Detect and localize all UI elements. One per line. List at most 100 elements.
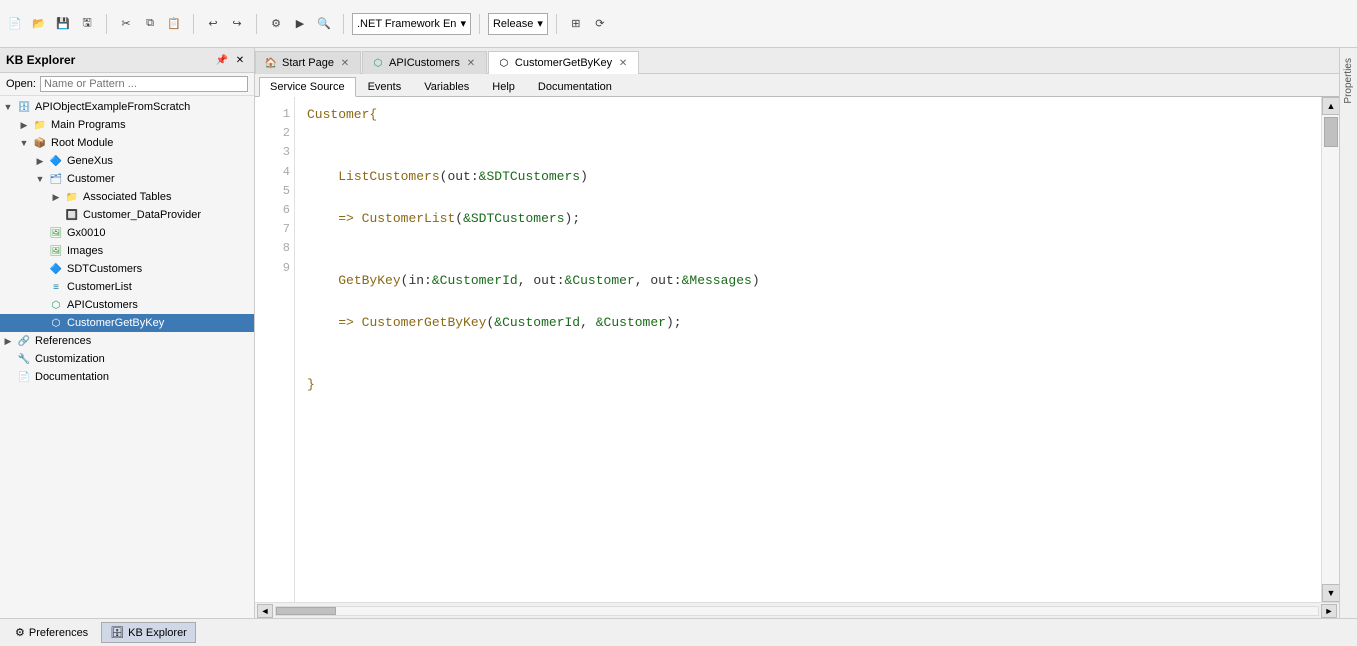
code-line-4: => CustomerList(&SDTCustomers); xyxy=(307,209,1309,230)
tree-item-customer-dp[interactable]: ▶ 🔲 Customer_DataProvider xyxy=(0,206,254,224)
code-line-3: ListCustomers(out:&SDTCustomers) xyxy=(307,167,1309,188)
open-input[interactable] xyxy=(40,76,248,92)
redo-btn[interactable]: ↪ xyxy=(226,13,248,35)
prefs-icon: ⚙ xyxy=(15,626,25,639)
build-config-label: Release xyxy=(493,18,533,30)
save-btn[interactable]: 💾 xyxy=(52,13,74,35)
tree-item-sdtcustomers[interactable]: ▶ 🔷 SDTCustomers xyxy=(0,260,254,278)
tree-item-documentation[interactable]: ▶ 📄 Documentation xyxy=(0,368,254,386)
ln5: 5 xyxy=(259,182,290,201)
sub-tab-service-source-label: Service Source xyxy=(270,81,345,93)
close-start-page[interactable]: ✕ xyxy=(338,56,352,70)
label-customer-dp: Customer_DataProvider xyxy=(83,209,201,221)
scroll-down-btn[interactable]: ▼ xyxy=(1322,584,1339,602)
sub-tab-events-label: Events xyxy=(368,81,402,93)
sub-tab-help[interactable]: Help xyxy=(481,77,526,96)
code-line-9: } xyxy=(307,375,1309,396)
sidebar-open-bar: Open: xyxy=(0,73,254,96)
extra-tools: ⊞ ⟳ xyxy=(565,13,611,35)
paste-btn[interactable]: 📋 xyxy=(163,13,185,35)
undo-btn[interactable]: ↩ xyxy=(202,13,224,35)
folder-icon-main: 📁 xyxy=(32,117,48,133)
tree-item-customerlist[interactable]: ▶ ≡ CustomerList xyxy=(0,278,254,296)
main-toolbar: 📄 📂 💾 🖫 ✂ ⧉ 📋 ↩ ↪ ⚙ ▶ 🔍 .NET Framework E… xyxy=(0,0,1357,48)
sub-tab-bar: Service Source Events Variables Help Doc… xyxy=(255,74,1339,97)
file-tools: 📄 📂 💾 🖫 xyxy=(4,13,98,35)
new-btn[interactable]: 📄 xyxy=(4,13,26,35)
sub-tab-variables[interactable]: Variables xyxy=(413,77,480,96)
tab-bar: 🏠 Start Page ✕ ⬡ APICustomers ✕ ⬡ Custom… xyxy=(255,48,1339,74)
tab-apicustomers[interactable]: ⬡ APICustomers ✕ xyxy=(362,51,487,74)
run-btn[interactable]: ▶ xyxy=(289,13,311,35)
list-icon: ≡ xyxy=(48,279,64,295)
label-apicustomers: APICustomers xyxy=(67,299,138,311)
build-config-dropdown[interactable]: Release ▾ xyxy=(488,13,548,35)
tree-item-apicustomers[interactable]: ▶ ⬡ APICustomers xyxy=(0,296,254,314)
bottom-tab-bar: ⚙ Preferences 🗄 KB Explorer xyxy=(0,618,1357,646)
framework-dropdown[interactable]: .NET Framework En ▾ xyxy=(352,13,471,35)
open-btn[interactable]: 📂 xyxy=(28,13,50,35)
sidebar-pin-btn[interactable]: 📌 xyxy=(214,52,230,68)
code-content[interactable]: Customer{ ListCustomers(out:&SDTCustomer… xyxy=(295,97,1321,602)
code-line-1: Customer{ xyxy=(307,105,1309,126)
tree-item-customer[interactable]: ▼ 🗂 Customer xyxy=(0,170,254,188)
label-customergetbykey: CustomerGetByKey xyxy=(67,317,164,329)
arrow-root-module: ▼ xyxy=(16,138,32,148)
cut-btn[interactable]: ✂ xyxy=(115,13,137,35)
config-arrow: ▾ xyxy=(537,17,543,30)
sidebar-close-btn[interactable]: ✕ xyxy=(232,52,248,68)
tree-item-references[interactable]: ▶ 🔗 References xyxy=(0,332,254,350)
h-scroll-thumb xyxy=(276,607,336,615)
scroll-up-btn[interactable]: ▲ xyxy=(1322,97,1339,115)
extra-btn1[interactable]: ⊞ xyxy=(565,13,587,35)
close-customergetbykey[interactable]: ✕ xyxy=(616,56,630,70)
ln7: 7 xyxy=(259,220,290,239)
label-sdtcustomers: SDTCustomers xyxy=(67,263,142,275)
apicustomers-tab-icon: ⬡ xyxy=(371,56,385,70)
label-documentation: Documentation xyxy=(35,371,109,383)
tab-start-page[interactable]: 🏠 Start Page ✕ xyxy=(255,51,361,74)
tree-item-genexus[interactable]: ▶ 🔷 GeneXus xyxy=(0,152,254,170)
save-all-btn[interactable]: 🖫 xyxy=(76,13,98,35)
sub-tab-events[interactable]: Events xyxy=(357,77,413,96)
images-icon: 🖼 xyxy=(48,243,64,259)
extra-btn2[interactable]: ⟳ xyxy=(589,13,611,35)
scroll-track[interactable] xyxy=(1322,115,1339,584)
tree-item-root-module[interactable]: ▼ 📦 Root Module xyxy=(0,134,254,152)
properties-label[interactable]: Properties xyxy=(1341,52,1356,110)
close-apicustomers[interactable]: ✕ xyxy=(464,56,478,70)
bottom-tab-preferences[interactable]: ⚙ Preferences xyxy=(6,622,97,643)
arrow-refs: ▶ xyxy=(0,336,16,347)
framework-arrow: ▾ xyxy=(460,17,466,30)
tree-item-images[interactable]: ▶ 🖼 Images xyxy=(0,242,254,260)
debug-btn[interactable]: 🔍 xyxy=(313,13,335,35)
sdt-icon: 🔷 xyxy=(48,261,64,277)
tree-item-gx0010[interactable]: ▶ 🖼 Gx0010 xyxy=(0,224,254,242)
folder-icon-assoc: 📁 xyxy=(64,189,80,205)
tree-item-root[interactable]: ▼ 🗄 APIObjectExampleFromScratch xyxy=(0,98,254,116)
kb-explorer-label: KB Explorer xyxy=(128,627,187,639)
arrow-genexus: ▶ xyxy=(32,156,48,167)
tree-item-customergetbykey[interactable]: ▶ ⬡ CustomerGetByKey xyxy=(0,314,254,332)
bottom-tab-kb-explorer[interactable]: 🗄 KB Explorer xyxy=(101,622,196,643)
sidebar-title: KB Explorer xyxy=(6,53,75,67)
tab-customergetbykey-label: CustomerGetByKey xyxy=(515,57,612,69)
build-btn[interactable]: ⚙ xyxy=(265,13,287,35)
ln4: 4 xyxy=(259,163,290,182)
label-customer: Customer xyxy=(67,173,115,185)
sub-tab-documentation[interactable]: Documentation xyxy=(527,77,623,96)
copy-btn[interactable]: ⧉ xyxy=(139,13,161,35)
tree-item-main-programs[interactable]: ▶ 📁 Main Programs xyxy=(0,116,254,134)
sub-tab-service-source[interactable]: Service Source xyxy=(259,77,356,97)
custom-icon: 🔧 xyxy=(16,351,32,367)
scroll-right-btn[interactable]: ► xyxy=(1321,604,1337,618)
h-scroll-track[interactable] xyxy=(275,606,1319,616)
framework-section: .NET Framework En ▾ xyxy=(352,13,471,35)
scroll-left-btn[interactable]: ◄ xyxy=(257,604,273,618)
tree-item-customization[interactable]: ▶ 🔧 Customization xyxy=(0,350,254,368)
sep5 xyxy=(479,14,480,34)
tree-item-associated-tables[interactable]: ▶ 📁 Associated Tables xyxy=(0,188,254,206)
label-main-programs: Main Programs xyxy=(51,119,126,131)
tab-customergetbykey[interactable]: ⬡ CustomerGetByKey ✕ xyxy=(488,51,639,74)
genexus-icon: 🔷 xyxy=(48,153,64,169)
